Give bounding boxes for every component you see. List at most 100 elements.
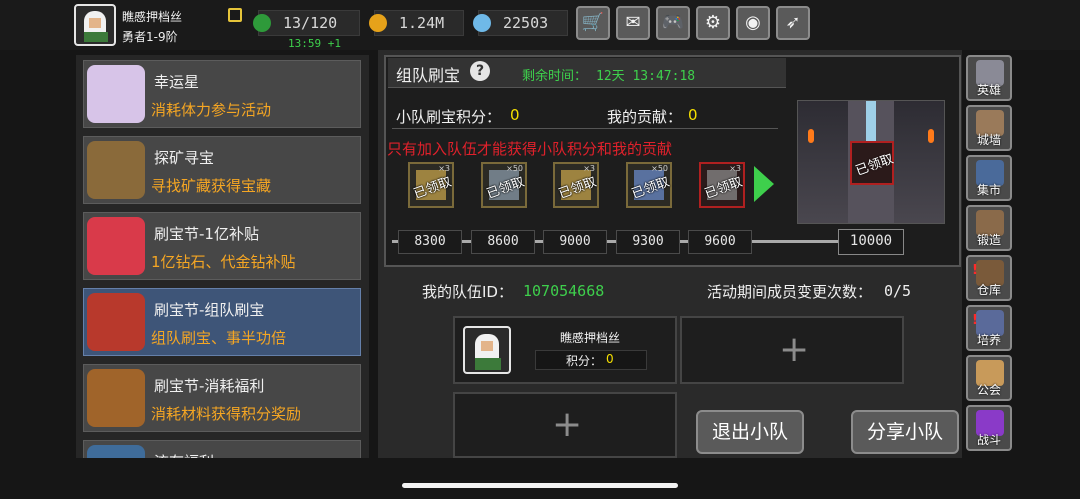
add-member-icon: + xyxy=(779,329,810,370)
sidebar-label: 锻造 xyxy=(976,233,1001,247)
color-wheel-icon: ◉ xyxy=(745,12,761,33)
sidebar-item[interactable]: ! 仓库 xyxy=(966,255,1012,301)
gear-button[interactable]: ⚙ xyxy=(696,6,730,40)
sidebar-item[interactable]: 集市 xyxy=(966,155,1012,201)
join-team-warning: 只有加入队伍才能获得小队积分和我的贡献 xyxy=(387,140,673,158)
milestone: 9600 xyxy=(688,230,752,254)
event-title: 流存福利 xyxy=(154,451,214,458)
event-item[interactable]: 探矿寻宝 寻找矿藏获得宝藏 xyxy=(83,136,361,204)
member-avatar-robe xyxy=(475,358,501,370)
cart-icon: 🛒 xyxy=(581,12,605,33)
member-score-value: 0 xyxy=(606,352,614,366)
gem-icon xyxy=(473,14,491,32)
squad-points-value: 0 xyxy=(510,106,520,124)
sidebar-item[interactable]: 城墙 xyxy=(966,105,1012,151)
player-avatar[interactable] xyxy=(74,4,116,46)
next-rewards-arrow-icon[interactable] xyxy=(754,166,774,202)
gold-value: 1.24M xyxy=(399,14,445,32)
color-wheel-button[interactable]: ◉ xyxy=(736,6,770,40)
top-bar: 瞧慼押档丝 勇者1-9阶 13/120 13:59 +1 1.24M 22503… xyxy=(0,0,1080,50)
leave-team-button[interactable]: 退出小队 xyxy=(696,410,804,454)
edit-name-icon[interactable] xyxy=(228,8,242,22)
red-chest-icon xyxy=(87,293,145,351)
event-title: 幸运星 xyxy=(154,73,200,91)
event-item[interactable]: 流存福利 xyxy=(83,440,361,458)
reward-item[interactable]: ×50 已领取 xyxy=(626,162,672,208)
home-indicator[interactable] xyxy=(402,483,678,488)
red-flower-icon xyxy=(87,217,145,275)
member-change-value: 0/5 xyxy=(884,282,912,300)
reward-item[interactable]: ×3 已领取 xyxy=(408,162,454,208)
empty-member-slot[interactable]: + xyxy=(680,316,904,384)
open-chest-icon xyxy=(87,369,145,427)
member-avatar xyxy=(463,326,511,374)
alert-icon: ! xyxy=(972,313,978,328)
feather-button[interactable]: ➶ xyxy=(776,6,810,40)
milestone: 8600 xyxy=(471,230,535,254)
torch-icon xyxy=(808,129,814,143)
reward-item[interactable]: ×50 已领取 xyxy=(481,162,527,208)
sidebar-label: 城墙 xyxy=(976,133,1001,147)
lightning-icon xyxy=(253,14,271,32)
avatar-robe xyxy=(84,32,108,42)
sidebar-item[interactable]: 战斗 xyxy=(966,405,1012,451)
treasure-cart-icon xyxy=(87,141,145,199)
player-rank: 勇者1-9阶 xyxy=(122,30,178,44)
torch-icon xyxy=(928,129,934,143)
event-list[interactable]: 幸运星 消耗体力参与活动 探矿寻宝 寻找矿藏获得宝藏 刷宝节-1亿补贴 1亿钻石、代金钻补… xyxy=(76,55,369,458)
help-icon[interactable]: ? xyxy=(470,61,490,81)
member-avatar-face xyxy=(481,341,493,351)
gem-display[interactable]: 22503 xyxy=(473,10,568,36)
final-reward-chest[interactable]: 已领取 xyxy=(850,141,896,185)
sidebar-item[interactable]: ! 培养 xyxy=(966,305,1012,351)
stamina-display[interactable]: 13/120 xyxy=(253,10,360,36)
member-score-label: 积分： xyxy=(566,354,603,368)
cart-button[interactable]: 🛒 xyxy=(576,6,610,40)
event-item[interactable]: 刷宝节-1亿补贴 1亿钻石、代金钻补贴 xyxy=(83,212,361,280)
gold-display[interactable]: 1.24M xyxy=(369,10,464,36)
empty-member-slot[interactable]: + xyxy=(453,392,677,458)
member-change-label: 活动期间成员变更次数： xyxy=(707,283,873,301)
share-team-button[interactable]: 分享小队 xyxy=(851,410,959,454)
gear-icon: ⚙ xyxy=(704,12,722,33)
milestone: 9000 xyxy=(543,230,607,254)
gamepad-button[interactable]: 🎮 xyxy=(656,6,690,40)
avatar-face xyxy=(89,18,101,28)
sidebar-label: 仓库 xyxy=(976,283,1001,297)
sidebar-label: 英雄 xyxy=(976,83,1001,97)
panel-title: 组队刷宝 xyxy=(396,66,461,85)
event-item[interactable]: 幸运星 消耗体力参与活动 xyxy=(83,60,361,128)
reward-item[interactable]: ×3 已领取 xyxy=(699,162,745,208)
contribution-value: 0 xyxy=(688,106,698,124)
partial-event-icon xyxy=(87,445,145,458)
sidebar-item[interactable]: 公会 xyxy=(966,355,1012,401)
feather-icon: ➶ xyxy=(785,12,801,33)
event-item[interactable]: 刷宝节-消耗福利消耗材料获得积分奖励 xyxy=(83,364,361,432)
member-name: 瞧慼押档丝 xyxy=(560,331,621,345)
sidebar-label: 公会 xyxy=(976,383,1001,397)
event-title: 刷宝节-消耗福利 xyxy=(154,377,265,395)
mail-icon: ✉ xyxy=(625,12,641,33)
milestone: 8300 xyxy=(398,230,462,254)
add-member-icon: + xyxy=(552,404,583,445)
mail-button[interactable]: ✉ xyxy=(616,6,650,40)
dungeon-reward-image[interactable]: 已领取 xyxy=(797,100,945,224)
event-title: 探矿寻宝 xyxy=(154,149,215,167)
sidebar-item[interactable]: 英雄 xyxy=(966,55,1012,101)
gamepad-icon: 🎮 xyxy=(661,12,685,33)
event-description: 组队刷宝、事半功倍 xyxy=(151,329,287,347)
reward-item[interactable]: ×3 已领取 xyxy=(553,162,599,208)
sidebar-item[interactable]: 锻造 xyxy=(966,205,1012,251)
team-id-value: 107054668 xyxy=(523,282,605,300)
contribution-label: 我的贡献： xyxy=(607,108,683,126)
event-item[interactable]: 刷宝节-组队刷宝 组队刷宝、事半功倍 xyxy=(83,288,361,356)
gem-value: 22503 xyxy=(503,14,549,32)
event-description: 消耗材料获得积分奖励 xyxy=(151,405,302,423)
final-milestone: 10000 xyxy=(838,229,904,255)
final-claimed-stamp: 已领取 xyxy=(853,151,896,180)
divider xyxy=(392,128,778,129)
event-description: 1亿钻石、代金钻补贴 xyxy=(151,253,296,271)
team-id-label: 我的队伍ID： xyxy=(422,283,513,301)
stamina-value: 13/120 xyxy=(283,14,338,32)
time-remaining-value: 12天 13:47:18 xyxy=(596,69,696,84)
